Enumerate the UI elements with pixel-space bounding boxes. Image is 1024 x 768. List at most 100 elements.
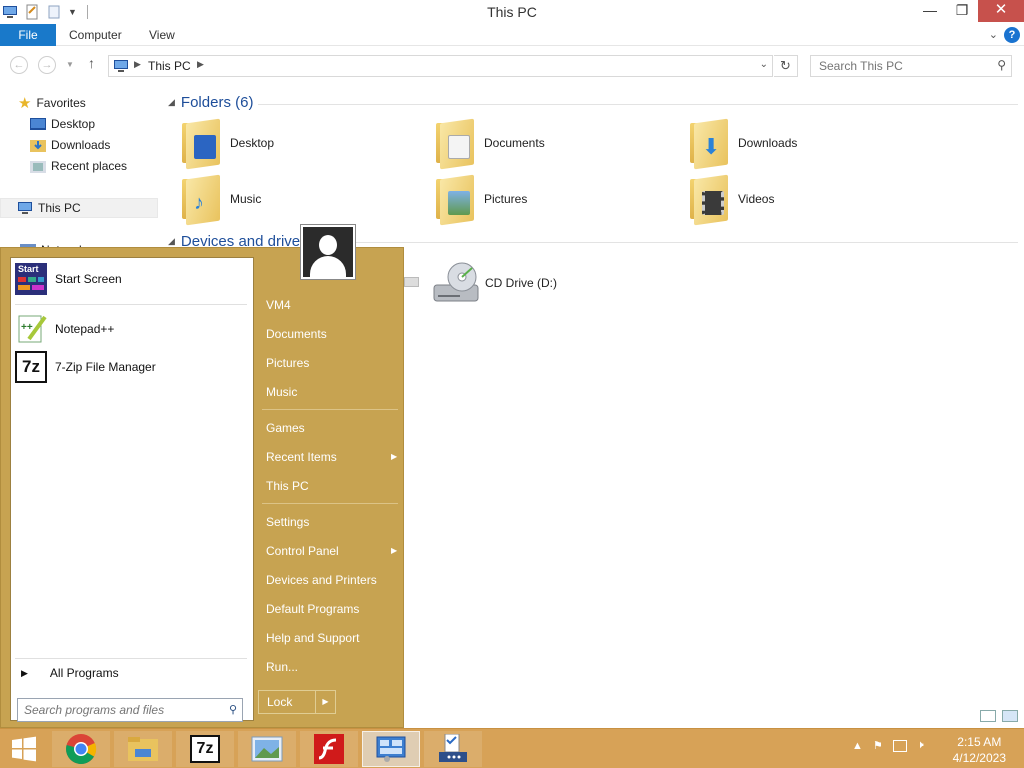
breadcrumb-arrow-icon[interactable]: ▶	[197, 59, 204, 70]
up-button[interactable]: ↑	[88, 55, 95, 71]
drive-usage-bar	[404, 277, 419, 287]
program-7zip[interactable]: 7z 7-Zip File Manager	[15, 350, 156, 384]
notepadpp-icon: ++	[15, 313, 47, 345]
help-icon[interactable]: ?	[1004, 27, 1020, 43]
taskbar-photo-viewer[interactable]	[238, 731, 296, 767]
collapse-icon[interactable]: ◢	[168, 97, 175, 107]
separator	[262, 409, 398, 410]
taskbar-flash[interactable]	[300, 731, 358, 767]
link-user[interactable]: VM4	[266, 295, 291, 315]
flash-icon	[314, 734, 344, 764]
link-settings[interactable]: Settings	[266, 512, 309, 532]
start-menu-links-pane: VM4 Documents Pictures Music Games Recen…	[258, 248, 404, 729]
folders-group-header[interactable]: ◢ Folders (6)	[168, 94, 253, 111]
link-default-programs[interactable]: Default Programs	[266, 599, 359, 619]
minimize-button[interactable]: —	[914, 0, 946, 22]
file-explorer-icon	[128, 737, 158, 761]
link-music[interactable]: Music	[266, 382, 297, 402]
recent-locations-icon[interactable]: ▼	[66, 60, 74, 69]
folder-pictures[interactable]: Pictures	[434, 174, 527, 226]
link-devices-printers[interactable]: Devices and Printers	[266, 570, 377, 590]
link-recent-items[interactable]: Recent Items ▶	[266, 447, 397, 467]
lock-options-arrow-icon[interactable]: ▶	[315, 691, 335, 713]
link-help-support[interactable]: Help and Support	[266, 628, 359, 648]
nav-desktop[interactable]: Desktop	[30, 114, 95, 134]
address-dropdown-icon[interactable]: ⌄	[760, 59, 768, 70]
tab-file[interactable]: File	[0, 24, 56, 46]
folder-documents[interactable]: Documents	[434, 118, 545, 170]
lock-button[interactable]: Lock ▶	[258, 690, 336, 714]
expand-ribbon-icon[interactable]: ⌄	[989, 28, 998, 41]
folders-header-label: Folders (6)	[180, 94, 254, 111]
svg-text:++: ++	[21, 322, 33, 333]
nav-recent-label: Recent places	[51, 159, 128, 173]
downloads-icon	[30, 140, 46, 152]
desktop-icon	[30, 118, 46, 130]
submenu-arrow-icon: ▶	[391, 452, 398, 461]
nav-downloads-label: Downloads	[51, 138, 111, 152]
restore-button[interactable]: ❐	[946, 0, 978, 22]
computer-icon	[114, 60, 128, 72]
network-icon[interactable]	[892, 739, 907, 752]
folder-videos[interactable]: Videos	[688, 174, 774, 226]
search-input[interactable]	[811, 56, 981, 76]
link-documents[interactable]: Documents	[266, 324, 327, 344]
action-center-flag-icon[interactable]: ⚑	[873, 739, 883, 752]
breadcrumb-arrow-icon[interactable]: ▶	[134, 59, 141, 70]
search-icon[interactable]: ⚲	[229, 703, 237, 716]
lock-label: Lock	[267, 695, 293, 709]
program-notepadpp[interactable]: ++ Notepad++	[15, 312, 114, 346]
link-pictures[interactable]: Pictures	[266, 353, 309, 373]
start-search-box[interactable]: ⚲	[17, 698, 243, 722]
taskbar-control-panel[interactable]	[362, 731, 420, 767]
folder-downloads[interactable]: ⬇ Downloads	[688, 118, 797, 170]
taskbar-file-explorer[interactable]	[114, 731, 172, 767]
start-search-input[interactable]	[18, 699, 213, 721]
user-avatar[interactable]	[300, 224, 356, 280]
tab-view[interactable]: View	[149, 24, 175, 46]
taskbar-7zip[interactable]: 7z	[176, 731, 234, 767]
tab-computer[interactable]: Computer	[69, 24, 122, 46]
arrow-right-icon: ▶	[21, 667, 28, 678]
start-menu-programs-pane: Start Start Screen ++ Notepad++ 7z 7-Zip…	[10, 257, 254, 722]
large-icons-view-icon[interactable]	[1002, 710, 1018, 722]
nav-favorites[interactable]: ★ Favorites	[18, 93, 86, 113]
videos-folder-icon	[688, 174, 728, 226]
breadcrumb-thispc[interactable]: This PC	[148, 59, 191, 73]
clock[interactable]: 2:15 AM 4/12/2023	[953, 734, 1006, 766]
search-icon[interactable]: ⚲	[997, 58, 1006, 72]
link-games[interactable]: Games	[266, 418, 305, 438]
folder-label: Music	[230, 192, 262, 206]
nav-this-pc[interactable]: This PC	[0, 198, 158, 218]
window-title: This PC	[487, 4, 537, 20]
volume-muted-icon[interactable]: 🕨	[917, 739, 924, 752]
collapse-icon[interactable]: ◢	[168, 236, 175, 246]
back-button[interactable]: ←	[10, 56, 28, 74]
link-run[interactable]: Run...	[266, 657, 298, 677]
submenu-arrow-icon: ▶	[391, 546, 398, 555]
refresh-button[interactable]: ↻	[774, 55, 798, 77]
forward-button[interactable]: →	[38, 56, 56, 74]
title-bar[interactable]: ▼ This PC — ❐ ✕	[0, 0, 1024, 24]
start-button[interactable]	[0, 731, 48, 767]
all-programs-button[interactable]: ▶ All Programs	[19, 664, 119, 682]
program-start-screen[interactable]: Start Start Screen	[15, 262, 122, 296]
photo-viewer-icon	[251, 736, 283, 762]
cd-drive[interactable]: CD Drive (D:)	[432, 258, 557, 308]
nav-recent-places[interactable]: Recent places	[30, 156, 127, 176]
search-box[interactable]: ⚲	[810, 55, 1012, 77]
nav-downloads[interactable]: Downloads	[30, 135, 110, 155]
link-control-panel[interactable]: Control Panel ▶	[266, 541, 397, 561]
close-button[interactable]: ✕	[978, 0, 1024, 22]
clock-time: 2:15 AM	[957, 735, 1002, 749]
folder-desktop[interactable]: Desktop	[180, 118, 274, 170]
details-view-icon[interactable]	[980, 710, 996, 722]
address-bar[interactable]: ▶ This PC ▶ ⌄	[108, 55, 773, 77]
link-label: Control Panel	[266, 544, 339, 558]
taskbar-task-app[interactable]	[424, 731, 482, 767]
folder-music[interactable]: ♪ Music	[180, 174, 262, 226]
show-hidden-icons-icon[interactable]: ▲	[852, 740, 863, 752]
group-divider	[302, 242, 1018, 243]
taskbar-chrome[interactable]	[52, 731, 110, 767]
link-this-pc[interactable]: This PC	[266, 476, 309, 496]
